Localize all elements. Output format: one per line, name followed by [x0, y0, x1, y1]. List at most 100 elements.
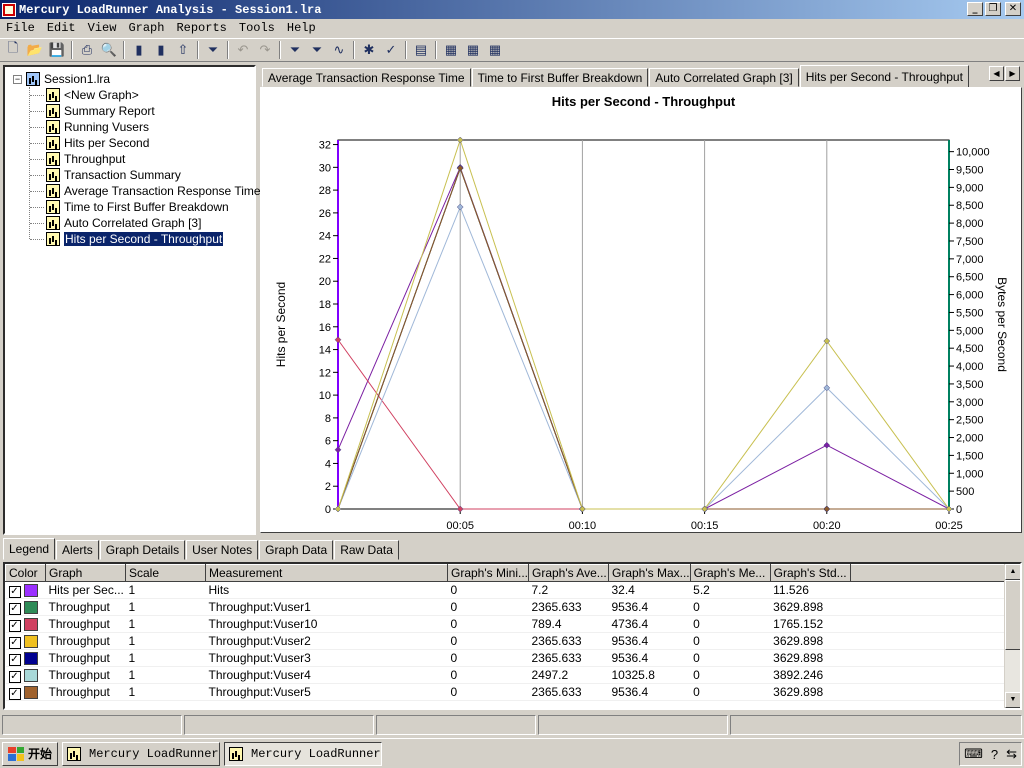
close-button[interactable]: ✕	[1005, 2, 1021, 16]
visibility-checkbox[interactable]: ✓	[8, 585, 21, 598]
scroll-thumb[interactable]	[1005, 580, 1020, 650]
column-header[interactable]: Measurement	[205, 564, 448, 582]
keyboard-icon[interactable]: ⌨	[964, 746, 983, 762]
word-report-icon[interactable]: ▦	[484, 39, 506, 61]
column-header[interactable]: Color	[5, 564, 46, 582]
export-icon[interactable]: ⇧	[172, 39, 194, 61]
legend-row[interactable]: ✓ Throughput 1 Throughput:Vuser5 0 2365.633 95…	[5, 683, 1006, 701]
tree-item[interactable]: Hits per Second	[30, 135, 149, 151]
color-swatch[interactable]	[23, 651, 38, 665]
tab-user-notes[interactable]: User Notes	[186, 540, 259, 560]
maximize-button[interactable]: ❐	[985, 2, 1001, 16]
menu-file[interactable]: File	[0, 21, 41, 35]
graph-tab[interactable]: Time to First Buffer Breakdown	[471, 68, 649, 87]
tab-graph-details[interactable]: Graph Details	[99, 540, 186, 560]
visibility-checkbox[interactable]: ✓	[8, 653, 21, 666]
notes-icon[interactable]: ▤	[410, 39, 432, 61]
taskbar-item[interactable]: Mercury LoadRunner ...	[224, 741, 383, 766]
legend-color-cell: ✓	[5, 598, 46, 616]
column-header[interactable]: Graph's Max...	[607, 564, 691, 582]
undo-icon[interactable]: ↶	[232, 39, 254, 61]
menu-help[interactable]: Help	[281, 21, 322, 35]
scroll-up-icon[interactable]: ▲	[1005, 564, 1020, 580]
visibility-checkbox[interactable]: ✓	[8, 687, 21, 700]
legend-row[interactable]: ✓ Throughput 1 Throughput:Vuser10 0 789.4 4736…	[5, 615, 1006, 633]
column-header[interactable]: Graph's Std...	[769, 564, 851, 582]
legend-cell-filler	[850, 581, 1006, 599]
column-header[interactable]: Graph	[45, 564, 126, 582]
legend-cell-scale: 1	[125, 581, 206, 599]
graph-tab[interactable]: Hits per Second - Throughput	[799, 65, 969, 87]
tab-scroll-left-icon[interactable]: ◀	[989, 66, 1004, 81]
legend-row[interactable]: ✓ Hits per Sec... 1 Hits 0 7.2 32.4 5.2 11.526	[5, 581, 1006, 599]
column-header[interactable]: Graph's Me...	[689, 564, 771, 582]
legend-scrollbar[interactable]: ▲ ▼	[1004, 564, 1020, 708]
visibility-checkbox[interactable]: ✓	[8, 619, 21, 632]
taskbar-item[interactable]: Mercury LoadRunner 8.1	[62, 741, 221, 766]
filter-icon[interactable]: ⏷	[202, 39, 224, 61]
color-swatch[interactable]	[23, 685, 38, 699]
new-icon[interactable]: 🗋	[2, 39, 24, 61]
graph-tab[interactable]: Auto Correlated Graph [3]	[649, 68, 799, 87]
tab-raw-data[interactable]: Raw Data	[334, 540, 399, 560]
tree-item[interactable]: Summary Report	[30, 103, 155, 119]
collapse-icon[interactable]: −	[13, 74, 22, 84]
menu-reports[interactable]: Reports	[170, 21, 232, 35]
help-icon[interactable]: ?	[991, 747, 998, 762]
visibility-checkbox[interactable]: ✓	[8, 670, 21, 683]
legend-cell-min: 0	[447, 581, 529, 599]
auto-correlate-icon[interactable]: ✓	[380, 39, 402, 61]
minimize-button[interactable]: _	[967, 2, 983, 16]
graph-icon[interactable]: ▮	[150, 39, 172, 61]
granularity-icon[interactable]: ∿	[328, 39, 350, 61]
tree-item[interactable]: <New Graph>	[30, 87, 139, 103]
tab-legend[interactable]: Legend	[3, 538, 56, 560]
save-icon[interactable]: 💾	[46, 39, 68, 61]
menu-edit[interactable]: Edit	[41, 21, 82, 35]
tree-item[interactable]: Time to First Buffer Breakdown	[30, 199, 229, 215]
color-swatch[interactable]	[23, 583, 38, 597]
tree-item[interactable]: Average Transaction Response Time	[30, 183, 261, 199]
tree-item[interactable]: Throughput	[30, 151, 125, 167]
tree-item[interactable]: Auto Correlated Graph [3]	[30, 215, 201, 231]
set-filter-icon[interactable]: ⏷	[284, 39, 306, 61]
merge-graphs-icon[interactable]: ✱	[358, 39, 380, 61]
visibility-checkbox[interactable]: ✓	[8, 602, 21, 615]
report-icon[interactable]: ▦	[440, 39, 462, 61]
tab-scroll-right-icon[interactable]: ▶	[1005, 66, 1020, 81]
tree-item[interactable]: Running Vusers	[30, 119, 149, 135]
graph-tab[interactable]: Average Transaction Response Time	[262, 68, 471, 87]
menu-graph[interactable]: Graph	[122, 21, 170, 35]
legend-row[interactable]: ✓ Throughput 1 Throughput:Vuser3 0 2365.633 95…	[5, 649, 1006, 667]
add-graph-icon[interactable]: ▮	[128, 39, 150, 61]
start-button[interactable]: 开始	[2, 741, 59, 766]
tab-alerts[interactable]: Alerts	[56, 540, 99, 560]
tree-root[interactable]: − Session1.lra	[13, 71, 110, 87]
tree-item[interactable]: Hits per Second - Throughput	[30, 231, 225, 247]
html-report-icon[interactable]: ▦	[462, 39, 484, 61]
column-header[interactable]: Scale	[125, 564, 206, 582]
network-icon[interactable]: ⇆	[1006, 746, 1017, 762]
redo-icon[interactable]: ↷	[254, 39, 276, 61]
legend-row[interactable]: ✓ Throughput 1 Throughput:Vuser2 0 2365.633 95…	[5, 632, 1006, 650]
column-header[interactable]: Graph's Mini...	[447, 564, 529, 582]
legend-cell-scale: 1	[125, 683, 206, 701]
clear-filter-icon[interactable]: ⏷	[306, 39, 328, 61]
color-swatch[interactable]	[23, 617, 38, 631]
color-swatch[interactable]	[23, 634, 38, 648]
legend-row[interactable]: ✓ Throughput 1 Throughput:Vuser4 0 2497.2 1032…	[5, 666, 1006, 684]
column-header[interactable]: Graph's Ave...	[527, 564, 609, 582]
tab-graph-data[interactable]: Graph Data	[259, 540, 334, 560]
print-icon[interactable]: ⎙	[76, 39, 98, 61]
menu-tools[interactable]: Tools	[233, 21, 281, 35]
open-icon[interactable]: 📂	[24, 39, 46, 61]
legend-row[interactable]: ✓ Throughput 1 Throughput:Vuser1 0 2365.633 95…	[5, 598, 1006, 616]
menu-view[interactable]: View	[82, 21, 123, 35]
visibility-checkbox[interactable]: ✓	[8, 636, 21, 649]
color-swatch[interactable]	[23, 668, 38, 682]
legend-cell-avg: 2365.633	[528, 683, 609, 701]
scroll-down-icon[interactable]: ▼	[1005, 692, 1020, 708]
color-swatch[interactable]	[23, 600, 38, 614]
tree-item[interactable]: Transaction Summary	[30, 167, 181, 183]
print-preview-icon[interactable]: 🔍	[98, 39, 120, 61]
